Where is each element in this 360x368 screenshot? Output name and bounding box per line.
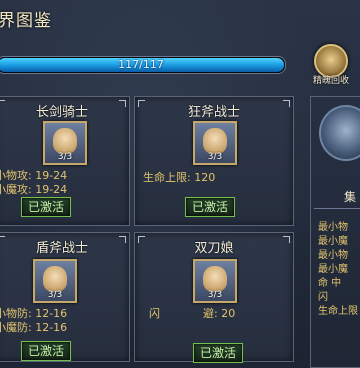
set-stat: 闪 <box>318 292 328 303</box>
card-berserker[interactable]: 狂斧战士 3/3 生命上限: 120 已激活 <box>134 96 294 226</box>
card-portrait: 3/3 <box>193 121 237 165</box>
set-stat: 命 中 <box>318 278 342 289</box>
set-stat: 最小魔 <box>318 236 348 247</box>
card-count: 3/3 <box>207 290 223 300</box>
card-name: 长剑骑士 <box>35 105 88 120</box>
card-count: 3/3 <box>207 152 223 162</box>
card-portrait: 3/3 <box>33 259 77 303</box>
set-title: 集 <box>344 190 357 204</box>
reward-label: 精魄回收 <box>312 76 349 86</box>
knight-portrait-icon <box>53 128 77 154</box>
activated-button[interactable]: 已激活 <box>185 197 236 217</box>
set-stat: 生命上限 <box>318 306 358 317</box>
warrior-portrait-icon <box>43 266 67 292</box>
progress-text: 117/117 <box>118 58 164 71</box>
card-portrait: 3/3 <box>193 259 237 303</box>
card-shield-axe-warrior[interactable]: 盾斧战士 3/3 小物防: 12-16 小魔防: 12-16 已激活 <box>0 232 130 362</box>
set-emblem-icon <box>319 105 360 161</box>
card-name: 狂斧战士 <box>187 105 240 120</box>
activated-button[interactable]: 已激活 <box>21 197 72 217</box>
card-dual-blade[interactable]: 双刀娘 3/3 闪 避: 20 已激活 <box>134 232 294 363</box>
reward-recycle-button[interactable]: 精魄回收 <box>304 44 358 88</box>
card-name: 盾斧战士 <box>35 241 88 256</box>
card-count: 3/3 <box>57 152 73 162</box>
divider <box>314 208 360 209</box>
set-stat: 最小魔 <box>318 264 348 275</box>
activated-button[interactable]: 已激活 <box>21 341 72 361</box>
card-stat: 生命上限: 120 <box>143 171 216 184</box>
card-portrait: 3/3 <box>43 121 87 165</box>
card-count: 3/3 <box>47 290 63 300</box>
card-stat: 避: 20 <box>203 307 236 320</box>
berserker-portrait-icon <box>203 128 227 154</box>
card-stat: 小魔攻: 19-24 <box>0 183 68 196</box>
set-stat: 最小物 <box>318 250 348 261</box>
card-stat: 小魔防: 12-16 <box>0 321 68 334</box>
card-stat: 闪 <box>149 307 160 320</box>
page-title: 界图鉴 <box>0 11 52 31</box>
collection-progress-bar: 117/117 <box>0 56 286 74</box>
card-name: 双刀娘 <box>194 241 234 256</box>
set-stat: 最小物 <box>318 222 348 233</box>
card-longsword-knight[interactable]: 长剑骑士 3/3 小物攻: 19-24 小魔攻: 19-24 已激活 <box>0 96 130 226</box>
dual-blade-portrait-icon <box>203 266 227 292</box>
activated-button[interactable]: 已激活 <box>193 343 244 363</box>
